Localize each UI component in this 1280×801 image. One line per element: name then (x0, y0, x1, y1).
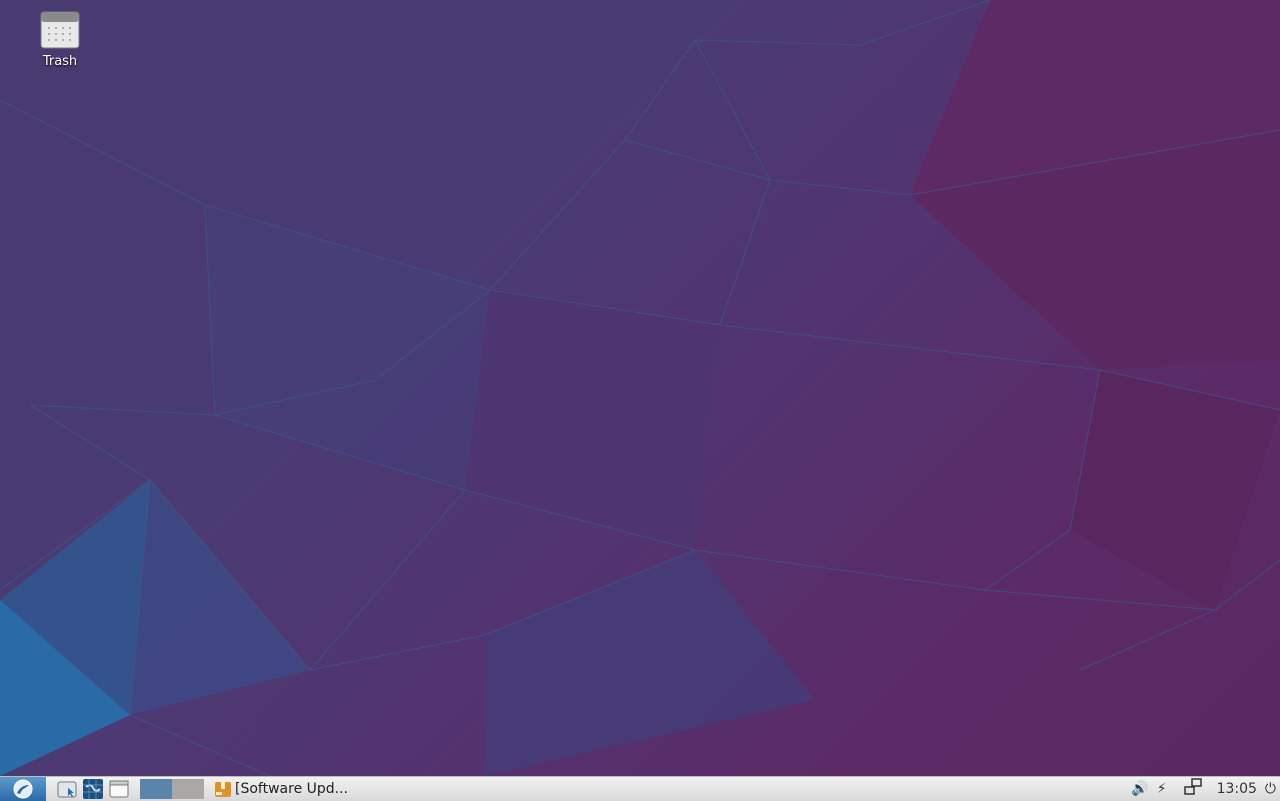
folder-icon (57, 781, 77, 798)
battery-charging-icon[interactable]: ⚡ (1157, 781, 1167, 797)
system-tray: 🔊 ⚡ 13:05 ⏻ (1127, 778, 1280, 800)
window-icon (109, 780, 129, 798)
globe-icon (83, 779, 103, 799)
desktop[interactable]: Trash (0, 0, 1280, 776)
lubuntu-logo-icon (13, 779, 33, 799)
clock[interactable]: 13:05 (1217, 781, 1257, 797)
workspace-1[interactable] (140, 779, 172, 799)
desktop-icon-trash[interactable]: Trash (26, 8, 94, 69)
web-browser-launcher[interactable] (82, 779, 104, 799)
task-software-updater[interactable]: [Software Upd... (214, 780, 348, 798)
wallpaper (0, 0, 1280, 776)
show-desktop-launcher[interactable] (108, 779, 130, 799)
workspace-pager (140, 779, 204, 799)
power-icon[interactable]: ⏻ (1265, 781, 1276, 797)
package-icon (215, 782, 231, 797)
network-icon[interactable] (1183, 778, 1203, 800)
workspace-2[interactable] (172, 779, 204, 799)
task-label: [Software Upd... (235, 781, 348, 797)
main-menu-button[interactable] (0, 777, 46, 801)
trash-icon (40, 11, 80, 49)
volume-icon[interactable]: 🔊 (1131, 781, 1148, 797)
desktop-icon-label: Trash (42, 54, 78, 69)
taskbar: [Software Upd... 🔊 ⚡ 13:05 ⏻ (0, 776, 1280, 801)
file-manager-launcher[interactable] (56, 779, 78, 799)
